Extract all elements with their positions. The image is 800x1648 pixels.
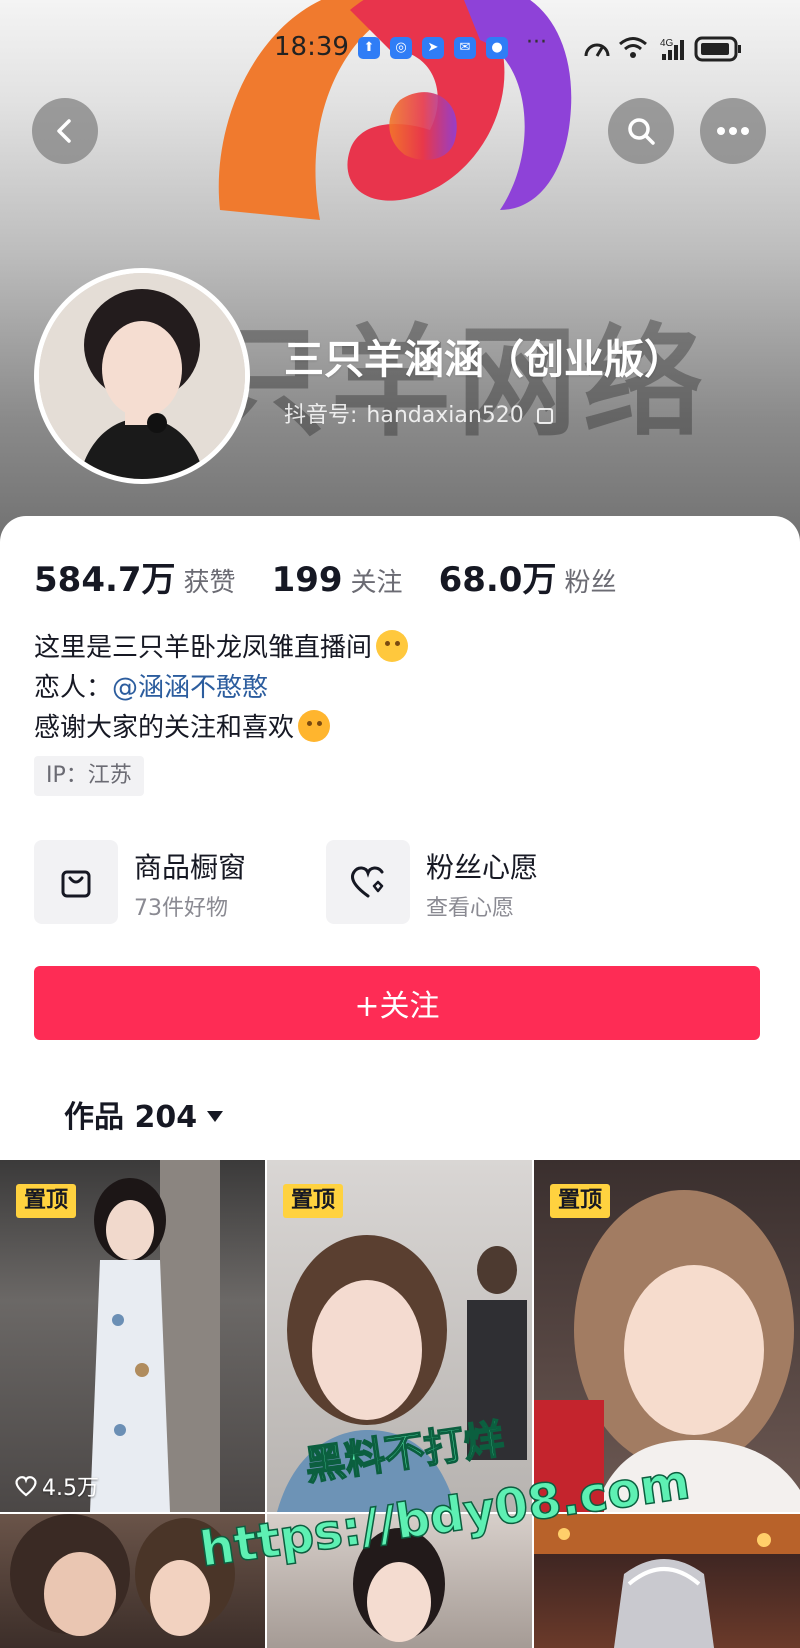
douyin-id-value: handaxian520 — [366, 403, 524, 428]
video-tile[interactable] — [534, 1514, 800, 1648]
shop-window-icon-box — [34, 840, 118, 924]
video-likes: 4.5万 — [14, 1470, 99, 1502]
status-indicators: 4G — [584, 36, 741, 62]
copy-icon[interactable] — [536, 408, 553, 424]
notification-app-icon: ⬆ — [358, 37, 380, 59]
following-count[interactable]: 199 — [272, 560, 343, 600]
shop-window-entry[interactable]: 商品橱窗 73件好物 — [34, 840, 274, 924]
kiss-emoji-icon — [298, 710, 331, 742]
video-tile[interactable]: 置顶 4.5万 — [0, 1160, 265, 1512]
video-thumbnail — [534, 1514, 800, 1648]
fan-wish-entry[interactable]: 粉丝心愿 查看心愿 — [326, 840, 566, 924]
shortcut-subtitle: 查看心愿 — [426, 896, 515, 921]
caret-down-icon — [207, 1111, 224, 1122]
likes-label: 获赞 — [183, 568, 236, 598]
bio-line: 恋人：@涵涵不憨憨 — [34, 668, 408, 708]
battery-icon — [694, 36, 741, 62]
profile-banner: 只羊网络 18:39 ⬆ ◎ ➤ ✉ ● ··· 4G 三只羊涵涵（创业版） 抖… — [0, 0, 800, 560]
tab-works[interactable]: 作品 204 — [64, 1092, 224, 1136]
profile-nickname: 三只羊涵涵（创业版） — [284, 337, 684, 383]
tab-works-label: 作品 204 — [64, 1100, 198, 1135]
shortcut-title: 商品橱窗 — [134, 851, 247, 884]
shortcut-subtitle: 73件好物 — [134, 896, 228, 921]
more-button[interactable] — [700, 98, 766, 164]
heart-wish-icon — [351, 866, 384, 898]
profile-stats: 584.7万 获赞 199 关注 68.0万 粉丝 — [34, 552, 652, 601]
speed-icon — [584, 43, 610, 57]
search-button[interactable] — [608, 98, 674, 164]
followers-count[interactable]: 68.0万 — [439, 552, 557, 601]
more-horizontal-icon — [717, 127, 749, 135]
pinned-badge: 置顶 — [16, 1184, 77, 1218]
fan-wish-icon-box — [326, 840, 410, 924]
bio-mention-link[interactable]: @涵涵不憨憨 — [112, 673, 268, 703]
status-more-icon: ··· — [526, 30, 547, 55]
heart-outline-icon — [15, 1476, 37, 1497]
bio-text: 感谢大家的关注和喜欢 — [34, 713, 295, 743]
profile-bio: 这里是三只羊卧龙凤雏直播间 恋人：@涵涵不憨憨 感谢大家的关注和喜欢 — [34, 628, 409, 748]
follow-button[interactable]: +关注 — [34, 966, 760, 1040]
pinned-badge: 置顶 — [283, 1184, 344, 1218]
notification-app-icon: ✉ — [454, 37, 476, 59]
chevron-left-icon — [57, 119, 71, 143]
shopping-bag-icon — [61, 870, 91, 898]
status-time: 18:39 — [274, 32, 349, 62]
video-likes-count: 4.5万 — [42, 1476, 99, 1501]
followers-label: 粉丝 — [564, 568, 617, 598]
bio-line: 这里是三只羊卧龙凤雏直播间 — [34, 628, 409, 668]
shortcut-title: 粉丝心愿 — [426, 851, 539, 884]
ip-location-tag: IP：江苏 — [34, 756, 144, 796]
following-label: 关注 — [350, 568, 403, 598]
pinned-badge: 置顶 — [550, 1184, 611, 1218]
likes-count[interactable]: 584.7万 — [34, 552, 176, 601]
search-icon — [628, 118, 655, 145]
wifi-icon — [619, 37, 647, 58]
bio-text: 恋人： — [34, 673, 113, 703]
avatar-image — [39, 273, 245, 479]
douyin-id-label: 抖音号: — [284, 403, 358, 428]
bio-line: 感谢大家的关注和喜欢 — [34, 708, 408, 748]
notification-app-icon: ➤ — [422, 37, 444, 59]
avatar[interactable] — [34, 268, 250, 484]
notification-app-icon: ● — [486, 37, 508, 59]
notification-app-icon: ◎ — [390, 37, 412, 59]
wink-emoji-icon — [376, 630, 409, 662]
bio-text: 这里是三只羊卧龙凤雏直播间 — [34, 633, 373, 663]
back-button[interactable] — [32, 98, 98, 164]
network-type: 4G — [660, 38, 674, 49]
douyin-id[interactable]: 抖音号: handaxian520 — [284, 397, 553, 429]
status-bar: 18:39 ⬆ ◎ ➤ ✉ ● ··· 4G — [0, 28, 800, 68]
